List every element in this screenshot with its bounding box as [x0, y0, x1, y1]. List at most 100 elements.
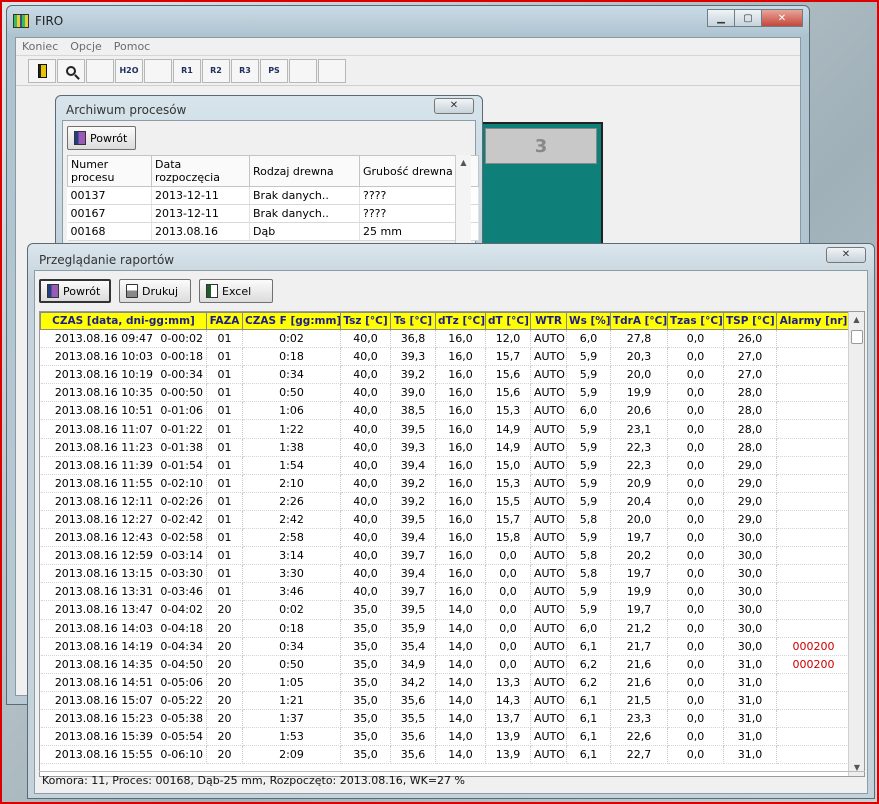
report-column-header[interactable]: Tzas [°C]	[667, 312, 724, 330]
table-cell: 5,9	[566, 347, 611, 367]
table-row[interactable]: 2013.08.16 11:07 0-01:22 01 1:22 40,0 39,5 16,…	[40, 419, 851, 439]
cell-czas: 2013.08.16 14:19 0-04:34	[40, 637, 207, 656]
table-row[interactable]: 2013.08.16 10:03 0-00:18 01 0:18 40,0 39,3 16,…	[40, 347, 851, 367]
table-row[interactable]: 2013.08.16 13:47 0-04:02 20 0:02 35,0 39,5 14,…	[40, 600, 851, 620]
r3-icon[interactable]: R3	[231, 58, 259, 83]
document-icon[interactable]	[144, 58, 172, 83]
scroll-up-icon[interactable]: ▲	[849, 312, 864, 328]
table-row[interactable]: 2013.08.16 12:43 0-02:58 01 2:58 40,0 39,4 16,…	[40, 528, 851, 548]
archive-row[interactable]: 00167 2013-12-11 Brak danych..????	[67, 204, 479, 223]
report-column-header[interactable]: Ws [%]	[566, 312, 611, 330]
table-row[interactable]: 2013.08.16 15:23 0-05:38 20 1:37 35,0 35,5 14,…	[40, 709, 851, 729]
archive-cell: 00168	[67, 222, 152, 241]
close-button[interactable]: ✕	[761, 9, 803, 27]
main-titlebar[interactable]: FIRO ▁ ▢ ✕	[7, 6, 809, 36]
table-cell: 30,0	[723, 582, 777, 602]
report-scrollbar[interactable]: ▲ ▼	[848, 312, 864, 776]
table-cell: 13,9	[485, 745, 531, 765]
table-row[interactable]: 2013.08.16 13:31 0-03:46 01 3:46 40,0 39,7 16,…	[40, 582, 851, 602]
table-row[interactable]: 2013.08.16 14:19 0-04:34 20 0:34 35,0 35,4 14,…	[40, 637, 851, 656]
report-column-header[interactable]: dT [°C]	[485, 312, 531, 330]
cell-date: 2013.08.16 14:35	[54, 657, 153, 671]
table-cell: 5,8	[566, 564, 611, 584]
table-row[interactable]: 2013.08.16 11:55 0-02:10 01 2:10 40,0 39,2 16,…	[40, 474, 851, 493]
table-row[interactable]: 2013.08.16 14:51 0-05:06 20 1:05 35,0 34,2 14,…	[40, 673, 851, 692]
table-row[interactable]: 2013.08.16 10:35 0-00:50 01 0:50 40,0 39,0 16,…	[40, 383, 851, 403]
minimize-button[interactable]: ▁	[707, 9, 735, 27]
cell-czas: 2013.08.16 12:11 0-02:26	[40, 492, 207, 511]
report-column-header[interactable]: CZAS [data, dni-gg:mm]	[40, 312, 207, 330]
report-column-header[interactable]: Ts [°C]	[390, 312, 436, 330]
printer-icon[interactable]	[318, 58, 346, 83]
cell-date: 2013.08.16 11:55	[54, 476, 153, 490]
menu-pomoc[interactable]: Pomoc	[114, 40, 150, 53]
scroll-up-icon[interactable]: ▲	[456, 155, 471, 171]
print-button[interactable]: Drukuj	[119, 279, 191, 303]
reports-back-button[interactable]: Powrót	[39, 279, 111, 303]
report-column-header[interactable]: TdrA [°C]	[610, 312, 668, 330]
archive-col-number[interactable]: Numer procesu	[67, 155, 152, 187]
report-column-header[interactable]: Tsz [°C]	[340, 312, 391, 330]
menu-opcje[interactable]: Opcje	[70, 40, 102, 53]
cell-czas: 2013.08.16 11:39 0-01:54	[40, 456, 207, 475]
table-cell: 20	[206, 727, 243, 747]
table-cell: 29,0	[723, 456, 777, 475]
table-cell: 0,0	[485, 637, 531, 656]
cell-date: 2013.08.16 10:51	[54, 404, 153, 418]
table-row[interactable]: 2013.08.16 09:47 0-00:02 01 0:02 40,0 36,8 16,…	[40, 329, 851, 349]
table-row[interactable]: 2013.08.16 11:39 0-01:54 01 1:54 40,0 39,4 16,…	[40, 456, 851, 475]
table-cell: 20,6	[610, 401, 668, 421]
cell-czas: 2013.08.16 14:03 0-04:18	[40, 619, 207, 638]
table-row[interactable]: 2013.08.16 15:55 0-06:10 20 2:09 35,0 35,6 14,…	[40, 745, 851, 765]
report-column-header[interactable]: WTR	[530, 312, 567, 330]
table-cell: 0,0	[667, 673, 724, 692]
table-cell: 3:30	[242, 564, 341, 584]
table-row[interactable]: 2013.08.16 14:03 0-04:18 20 0:18 35,0 35,9 14,…	[40, 619, 851, 638]
cell-date: 2013.08.16 12:27	[54, 512, 153, 526]
archive-col-wood[interactable]: Rodzaj drewna	[249, 155, 360, 187]
maximize-button[interactable]: ▢	[734, 9, 762, 27]
table-cell: 14,0	[435, 637, 486, 656]
scroll-thumb[interactable]	[851, 330, 863, 344]
settings-icon[interactable]	[289, 58, 317, 83]
table-cell: 29,0	[723, 474, 777, 493]
table-row[interactable]: 2013.08.16 11:23 0-01:38 01 1:38 40,0 39,3 16,…	[40, 438, 851, 457]
archive-row[interactable]: 00137 2013-12-11 Brak danych..????	[67, 186, 479, 205]
report-column-header[interactable]: TSP [°C]	[723, 312, 777, 330]
table-row[interactable]: 2013.08.16 15:39 0-05:54 20 1:53 35,0 35,6 14,…	[40, 727, 851, 747]
report-column-header[interactable]: FAZA	[206, 312, 243, 330]
exit-door-icon[interactable]	[28, 58, 56, 83]
search-icon[interactable]	[57, 58, 85, 83]
table-cell: 35,0	[340, 600, 391, 620]
chamber-tile[interactable]: 3	[479, 122, 603, 262]
table-row[interactable]: 2013.08.16 10:19 0-00:34 01 0:34 40,0 39,2 16,…	[40, 365, 851, 385]
table-cell: 28,0	[723, 438, 777, 457]
h2o-icon[interactable]: H2O	[115, 58, 143, 83]
table-row[interactable]: 2013.08.16 12:11 0-02:26 01 2:26 40,0 39,2 16,…	[40, 492, 851, 511]
excel-icon	[206, 284, 218, 298]
cell-date: 2013.08.16 11:39	[54, 458, 153, 472]
table-row[interactable]: 2013.08.16 14:35 0-04:50 20 0:50 35,0 34,9 14,…	[40, 655, 851, 674]
r2-icon[interactable]: R2	[202, 58, 230, 83]
table-row[interactable]: 2013.08.16 13:15 0-03:30 01 3:30 40,0 39,4 16,…	[40, 564, 851, 584]
report-column-header[interactable]: Alarmy [nr]	[776, 312, 851, 330]
table-cell: 0,0	[667, 600, 724, 620]
r1-icon[interactable]: R1	[173, 58, 201, 83]
report-column-header[interactable]: CZAS F [gg:mm]	[242, 312, 341, 330]
archive-close-button[interactable]: ✕	[434, 98, 474, 114]
archive-back-button[interactable]: Powrót	[67, 126, 137, 150]
reports-close-button[interactable]: ✕	[826, 247, 866, 263]
table-row[interactable]: 2013.08.16 12:59 0-03:14 01 3:14 40,0 39,7 16,…	[40, 546, 851, 566]
report-column-header[interactable]: dTz [°C]	[435, 312, 486, 330]
table-row[interactable]: 2013.08.16 15:07 0-05:22 20 1:21 35,0 35,6 14,…	[40, 691, 851, 710]
table-cell: 19,9	[610, 582, 668, 602]
ps-icon[interactable]: PS	[260, 58, 288, 83]
reports-back-label: Powrót	[63, 284, 101, 298]
table-row[interactable]: 2013.08.16 10:51 0-01:06 01 1:06 40,0 38,5 16,…	[40, 401, 851, 421]
menu-koniec[interactable]: Koniec	[22, 40, 58, 53]
archive-row[interactable]: 00168 2013.08.16 Dąb 25 mm	[67, 222, 479, 241]
table-row[interactable]: 2013.08.16 12:27 0-02:42 01 2:42 40,0 39,5 16,…	[40, 510, 851, 530]
excel-button[interactable]: Excel	[199, 279, 273, 303]
archive-col-date[interactable]: Data rozpoczęcia	[151, 155, 250, 187]
chart-icon[interactable]	[86, 58, 114, 83]
